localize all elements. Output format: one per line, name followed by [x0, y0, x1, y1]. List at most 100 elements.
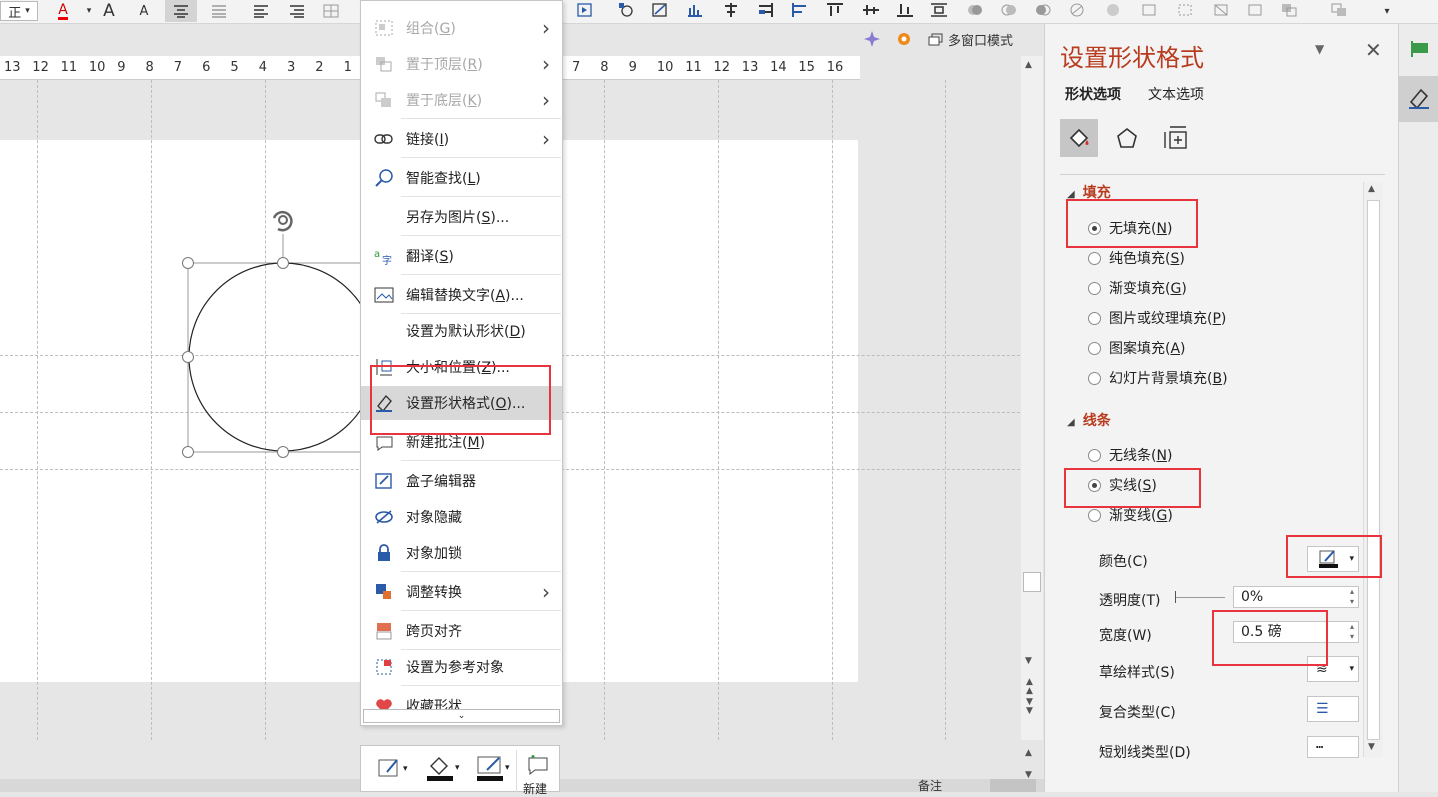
- grow-font-button[interactable]: A: [98, 0, 120, 22]
- size-properties-icon[interactable]: [1157, 119, 1195, 157]
- align-tool-icon[interactable]: [722, 2, 740, 18]
- ruler-tick-label: 9: [117, 60, 126, 75]
- canvas-vertical-scrollbar[interactable]: ▲ ▼ ▲ ▲ ▼ ▼ ▲ ▼: [1021, 56, 1043, 780]
- transparency-slider[interactable]: [1175, 597, 1225, 598]
- menu-scroll-down-button[interactable]: ⌄: [363, 709, 560, 723]
- merge-shape-icon[interactable]: [1034, 2, 1052, 18]
- font-color-button[interactable]: A: [52, 0, 74, 22]
- scroll-thumb[interactable]: [1023, 572, 1041, 592]
- crop-icon[interactable]: [1140, 2, 1158, 18]
- align-tool-icon[interactable]: [826, 2, 844, 18]
- menu-item-reference-object[interactable]: 设置为参考对象: [361, 650, 562, 684]
- format-shape-side-button[interactable]: [1399, 76, 1438, 122]
- crop-icon[interactable]: [1176, 2, 1194, 18]
- align-left-button[interactable]: [250, 0, 272, 22]
- radio-option[interactable]: 纯色填充(S): [1088, 248, 1185, 268]
- effects-pentagon-icon[interactable]: [1108, 119, 1146, 157]
- align-tool-icon[interactable]: [862, 2, 880, 18]
- merge-shape-icon[interactable]: [1104, 2, 1122, 18]
- tab-shape-options[interactable]: 形状选项: [1065, 84, 1121, 104]
- menu-item-link[interactable]: 链接(I) ›: [361, 122, 562, 156]
- notes-button[interactable]: 备注: [918, 777, 942, 794]
- scroll-thumb[interactable]: [1367, 200, 1380, 740]
- layer-icon[interactable]: [1330, 2, 1348, 18]
- menu-item-convert[interactable]: 调整转换 ›: [361, 575, 562, 609]
- chart-tool-icon[interactable]: [686, 2, 704, 18]
- menu-item-smart-lookup[interactable]: 智能查找(L): [361, 161, 562, 195]
- font-size-dropdown[interactable]: 正 ▾: [0, 1, 38, 21]
- line-section-header[interactable]: ◢ 线条: [1067, 410, 1111, 430]
- menu-item-cross-page-align[interactable]: 跨页对齐: [361, 614, 562, 648]
- radio-option[interactable]: 图片或纹理填充(P): [1088, 308, 1226, 328]
- ruler-tick-label: 4: [258, 60, 267, 75]
- panel-scrollbar[interactable]: ▲ ▼: [1363, 182, 1383, 757]
- shape-tool-icon[interactable]: [651, 2, 669, 18]
- font-color-chevron-icon[interactable]: ▾: [78, 0, 100, 22]
- svg-text:字: 字: [382, 254, 392, 265]
- shrink-font-button[interactable]: A: [133, 0, 155, 22]
- menu-item-item-8[interactable]: 设置为默认形状(D): [361, 314, 562, 348]
- panel-options-chevron-icon[interactable]: ▼: [1315, 42, 1324, 56]
- outline-color-button[interactable]: ▾: [475, 754, 510, 782]
- slide-panel-icon[interactable]: [1409, 40, 1431, 62]
- tab-text-options[interactable]: 文本选项: [1148, 84, 1204, 104]
- menu-item-bring-front[interactable]: 置于顶层(R) ›: [361, 47, 562, 81]
- sparkle-icon[interactable]: [858, 26, 886, 52]
- shape-tool-icon[interactable]: [618, 2, 636, 18]
- merge-shape-icon[interactable]: [1068, 2, 1086, 18]
- distribute-tool-icon[interactable]: [930, 2, 948, 18]
- scroll-up-icon[interactable]: ▲: [1368, 184, 1375, 194]
- menu-item-translate[interactable]: a 字翻译(S): [361, 239, 562, 273]
- transparency-slider-thumb[interactable]: [1175, 591, 1176, 603]
- dash-type-dropdown[interactable]: ┅: [1307, 736, 1359, 758]
- scroll-down-icon[interactable]: ▼: [1025, 656, 1032, 666]
- transparency-input[interactable]: 0% ▴ ▾: [1233, 586, 1359, 608]
- radio-option[interactable]: 渐变填充(G): [1088, 278, 1187, 298]
- align-center-button[interactable]: [165, 0, 197, 22]
- gear-icon[interactable]: [890, 26, 918, 52]
- menu-item-hide-object[interactable]: 对象隐藏: [361, 500, 562, 534]
- selected-circle-shape[interactable]: [170, 200, 370, 470]
- menu-separator: [401, 685, 561, 686]
- align-tool-icon[interactable]: [896, 2, 914, 18]
- next-slide-icon[interactable]: ▼ ▼: [1026, 698, 1033, 716]
- menu-item-send-back[interactable]: 置于底层(K) ›: [361, 83, 562, 117]
- menu-item-lock[interactable]: 对象加锁: [361, 536, 562, 570]
- align-tool-icon[interactable]: [791, 2, 809, 18]
- new-comment-mini-button[interactable]: 新建: [516, 750, 560, 796]
- scroll-up-icon[interactable]: ▲: [1025, 748, 1032, 758]
- close-icon[interactable]: ✕: [1365, 38, 1382, 62]
- merge-shape-icon[interactable]: [966, 2, 984, 18]
- fill-color-button[interactable]: ▾: [425, 754, 460, 782]
- shape-style-button[interactable]: ▾: [377, 756, 408, 780]
- radio-option[interactable]: 幻灯片背景填充(B): [1088, 368, 1228, 388]
- justify-button[interactable]: [201, 0, 237, 22]
- scroll-down-icon[interactable]: ▼: [1368, 742, 1375, 752]
- menu-item-alt-text[interactable]: 编辑替换文字(A)...: [361, 278, 562, 312]
- menu-item-item-5[interactable]: 另存为图片(S)...: [361, 200, 562, 234]
- toolbar-more-chevron-icon[interactable]: ▾: [1376, 0, 1398, 22]
- fill-line-icon[interactable]: [1060, 119, 1098, 157]
- spinner-icon[interactable]: ▴ ▾: [1350, 622, 1354, 642]
- radio-option[interactable]: 渐变线(G): [1088, 505, 1173, 525]
- menu-item-box-editor[interactable]: 盒子编辑器: [361, 464, 562, 498]
- spinner-icon[interactable]: ▴ ▾: [1350, 587, 1354, 607]
- compound-type-dropdown[interactable]: ☰: [1307, 696, 1359, 722]
- menu-separator: [401, 274, 561, 275]
- crop-icon[interactable]: [1212, 2, 1230, 18]
- scroll-up-icon[interactable]: ▲: [1025, 60, 1032, 70]
- table-button[interactable]: [320, 0, 342, 22]
- crop-icon[interactable]: [1246, 2, 1264, 18]
- multi-window-button[interactable]: 多窗口模式: [928, 30, 1013, 49]
- align-tool-icon[interactable]: [756, 2, 774, 18]
- menu-item-group[interactable]: 组合(G) ›: [361, 11, 562, 45]
- align-right-button[interactable]: [286, 0, 308, 22]
- normal-view-button[interactable]: [990, 779, 1036, 792]
- radio-option[interactable]: 无线条(N): [1088, 445, 1172, 465]
- layer-icon[interactable]: [1280, 2, 1298, 18]
- merge-shape-icon[interactable]: [1000, 2, 1018, 18]
- prev-slide-icon[interactable]: ▲ ▲: [1026, 678, 1033, 696]
- radio-option[interactable]: 图案填充(A): [1088, 338, 1186, 358]
- shape-tool-icon[interactable]: [576, 2, 594, 18]
- radio-label: 图案填充(A): [1109, 341, 1186, 357]
